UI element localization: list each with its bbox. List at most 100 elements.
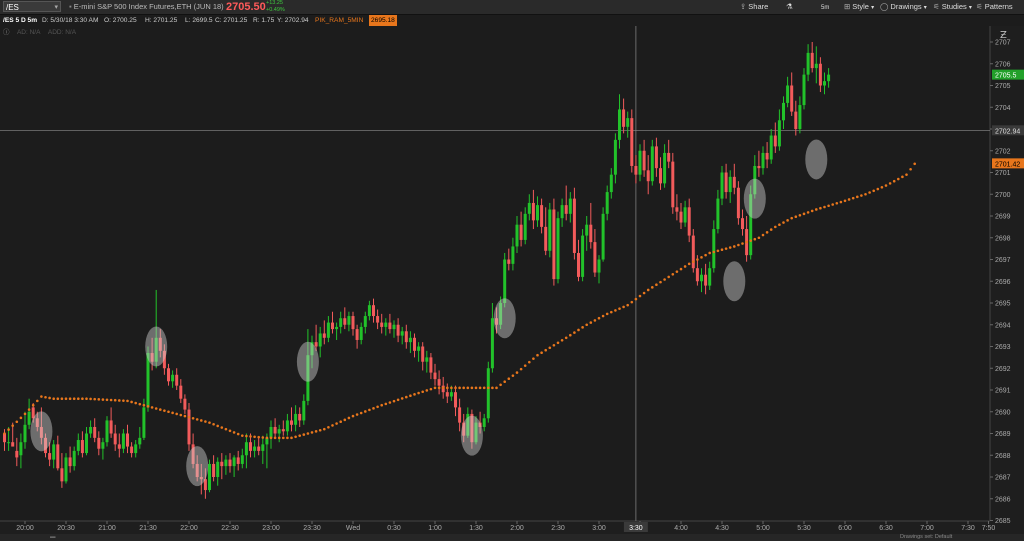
study-bar: ⓘ AD: N/A ADD: N/A: [3, 27, 82, 39]
candle-body: [700, 274, 703, 282]
candle-body: [507, 259, 511, 264]
ma-dot: [122, 399, 125, 402]
ma-dot: [462, 386, 466, 390]
price-tick-label: 2707: [995, 40, 1011, 47]
time-tick-label: 3:00: [592, 525, 606, 532]
candle-body: [626, 118, 630, 127]
ma-dot: [651, 286, 654, 289]
candle-body: [683, 207, 687, 223]
price-tick-label: 2689: [995, 431, 1011, 438]
ma-dot: [437, 386, 441, 390]
ma-dot: [659, 280, 662, 284]
timeframe-button[interactable]: 5m: [821, 0, 829, 14]
chart-icon: ⊞: [844, 2, 851, 11]
ma-dot: [101, 398, 105, 401]
candle-body: [679, 211, 683, 223]
candle-body: [818, 63, 822, 86]
flask-button[interactable]: ⚗: [786, 0, 793, 14]
ma-dot: [790, 216, 793, 220]
candle-body: [536, 205, 539, 221]
ma-dot: [405, 395, 408, 399]
symbol-input[interactable]: /ES ▾: [3, 1, 61, 12]
candle-body: [577, 252, 580, 277]
candle-body: [187, 409, 191, 445]
candle-body: [638, 150, 642, 175]
ma-dot: [261, 436, 265, 439]
ma-dot: [806, 211, 810, 214]
candle-body: [261, 444, 265, 451]
symbol-value: /ES: [6, 3, 19, 12]
time-tick-label: 21:00: [98, 525, 116, 532]
candle-body: [367, 305, 371, 317]
ma-dot: [847, 198, 851, 201]
candle-body: [527, 202, 531, 214]
ma-dot: [802, 212, 806, 216]
candle-body: [253, 446, 257, 451]
top-toolbar: /ES ▾ ▪ E-mini S&P 500 Index Futures,ETH…: [0, 0, 1024, 15]
ma-dot: [7, 428, 10, 431]
price-tick-label: 2687: [995, 475, 1011, 482]
candle-body: [687, 207, 691, 236]
candle-body: [712, 229, 716, 269]
patterns-button[interactable]: ⚟ Patterns: [976, 0, 1013, 14]
patterns-icon: ⚟: [976, 2, 983, 11]
ma-dot: [454, 386, 457, 390]
share-button[interactable]: ⇪ Share: [740, 0, 768, 14]
scroll-handle[interactable]: ▬: [50, 534, 56, 541]
ma-dot: [552, 343, 556, 347]
time-tick-label: 20:00: [16, 525, 34, 532]
candle-body: [117, 444, 121, 449]
ma-dot: [753, 237, 757, 241]
time-tick-label: 1:30: [469, 525, 483, 532]
candle-body: [48, 453, 52, 460]
price-tick-label: 2695: [995, 301, 1011, 308]
ma-dot: [150, 406, 154, 409]
candle-body: [704, 274, 708, 286]
time-tick-label: 7:30: [961, 525, 975, 532]
candle-body: [642, 150, 646, 171]
candle-body: [564, 205, 568, 214]
chevron-down-icon[interactable]: ▾: [54, 2, 58, 13]
ma-dot: [782, 221, 785, 224]
ma-dot: [466, 386, 470, 390]
studies-button[interactable]: ⚟ Studies ▾: [933, 0, 972, 14]
ma-dot: [728, 246, 732, 249]
ma-dot: [528, 360, 531, 364]
candle-body: [121, 433, 125, 449]
ma-dot: [540, 351, 543, 355]
ma-dot: [482, 386, 486, 390]
ma-dot: [130, 400, 133, 404]
price-tick-label: 2702: [995, 148, 1011, 155]
ma-dot: [868, 191, 871, 194]
ma-dot: [642, 291, 646, 295]
candle-body: [64, 457, 68, 482]
ma-dot: [105, 398, 109, 402]
ma-dot: [487, 386, 490, 390]
ma-dot: [597, 316, 601, 320]
candle-body: [732, 176, 736, 188]
time-tick-label: 22:00: [180, 525, 198, 532]
candle-body: [331, 322, 334, 330]
style-button[interactable]: ⊞ Style ▾: [844, 0, 874, 14]
ma-dot: [585, 323, 588, 327]
ma-dot: [409, 394, 412, 398]
info-icon[interactable]: ⓘ: [3, 29, 10, 36]
ma-dot: [93, 397, 96, 401]
ma-dot: [77, 397, 80, 401]
candle-body: [216, 461, 220, 477]
candle-body: [240, 455, 244, 464]
studies-icon: ⚟: [933, 2, 940, 11]
price-chart[interactable]: Ƶ268526862687268826892690269126922693269…: [0, 26, 1024, 534]
price-tick-label: 2691: [995, 388, 1011, 395]
ma-dot: [733, 245, 736, 248]
ma-dot: [425, 389, 429, 392]
candle-body: [421, 346, 425, 362]
drawings-set-status[interactable]: Drawings set: Default: [900, 534, 952, 541]
ma-dot: [302, 433, 306, 436]
ma-dot: [556, 341, 560, 345]
ma-dot: [159, 408, 162, 411]
candle-body: [593, 242, 597, 273]
ma-dot: [355, 413, 359, 416]
price-tick-label: 2701: [995, 170, 1011, 177]
drawings-button[interactable]: ◯ Drawings ▾: [880, 0, 927, 14]
